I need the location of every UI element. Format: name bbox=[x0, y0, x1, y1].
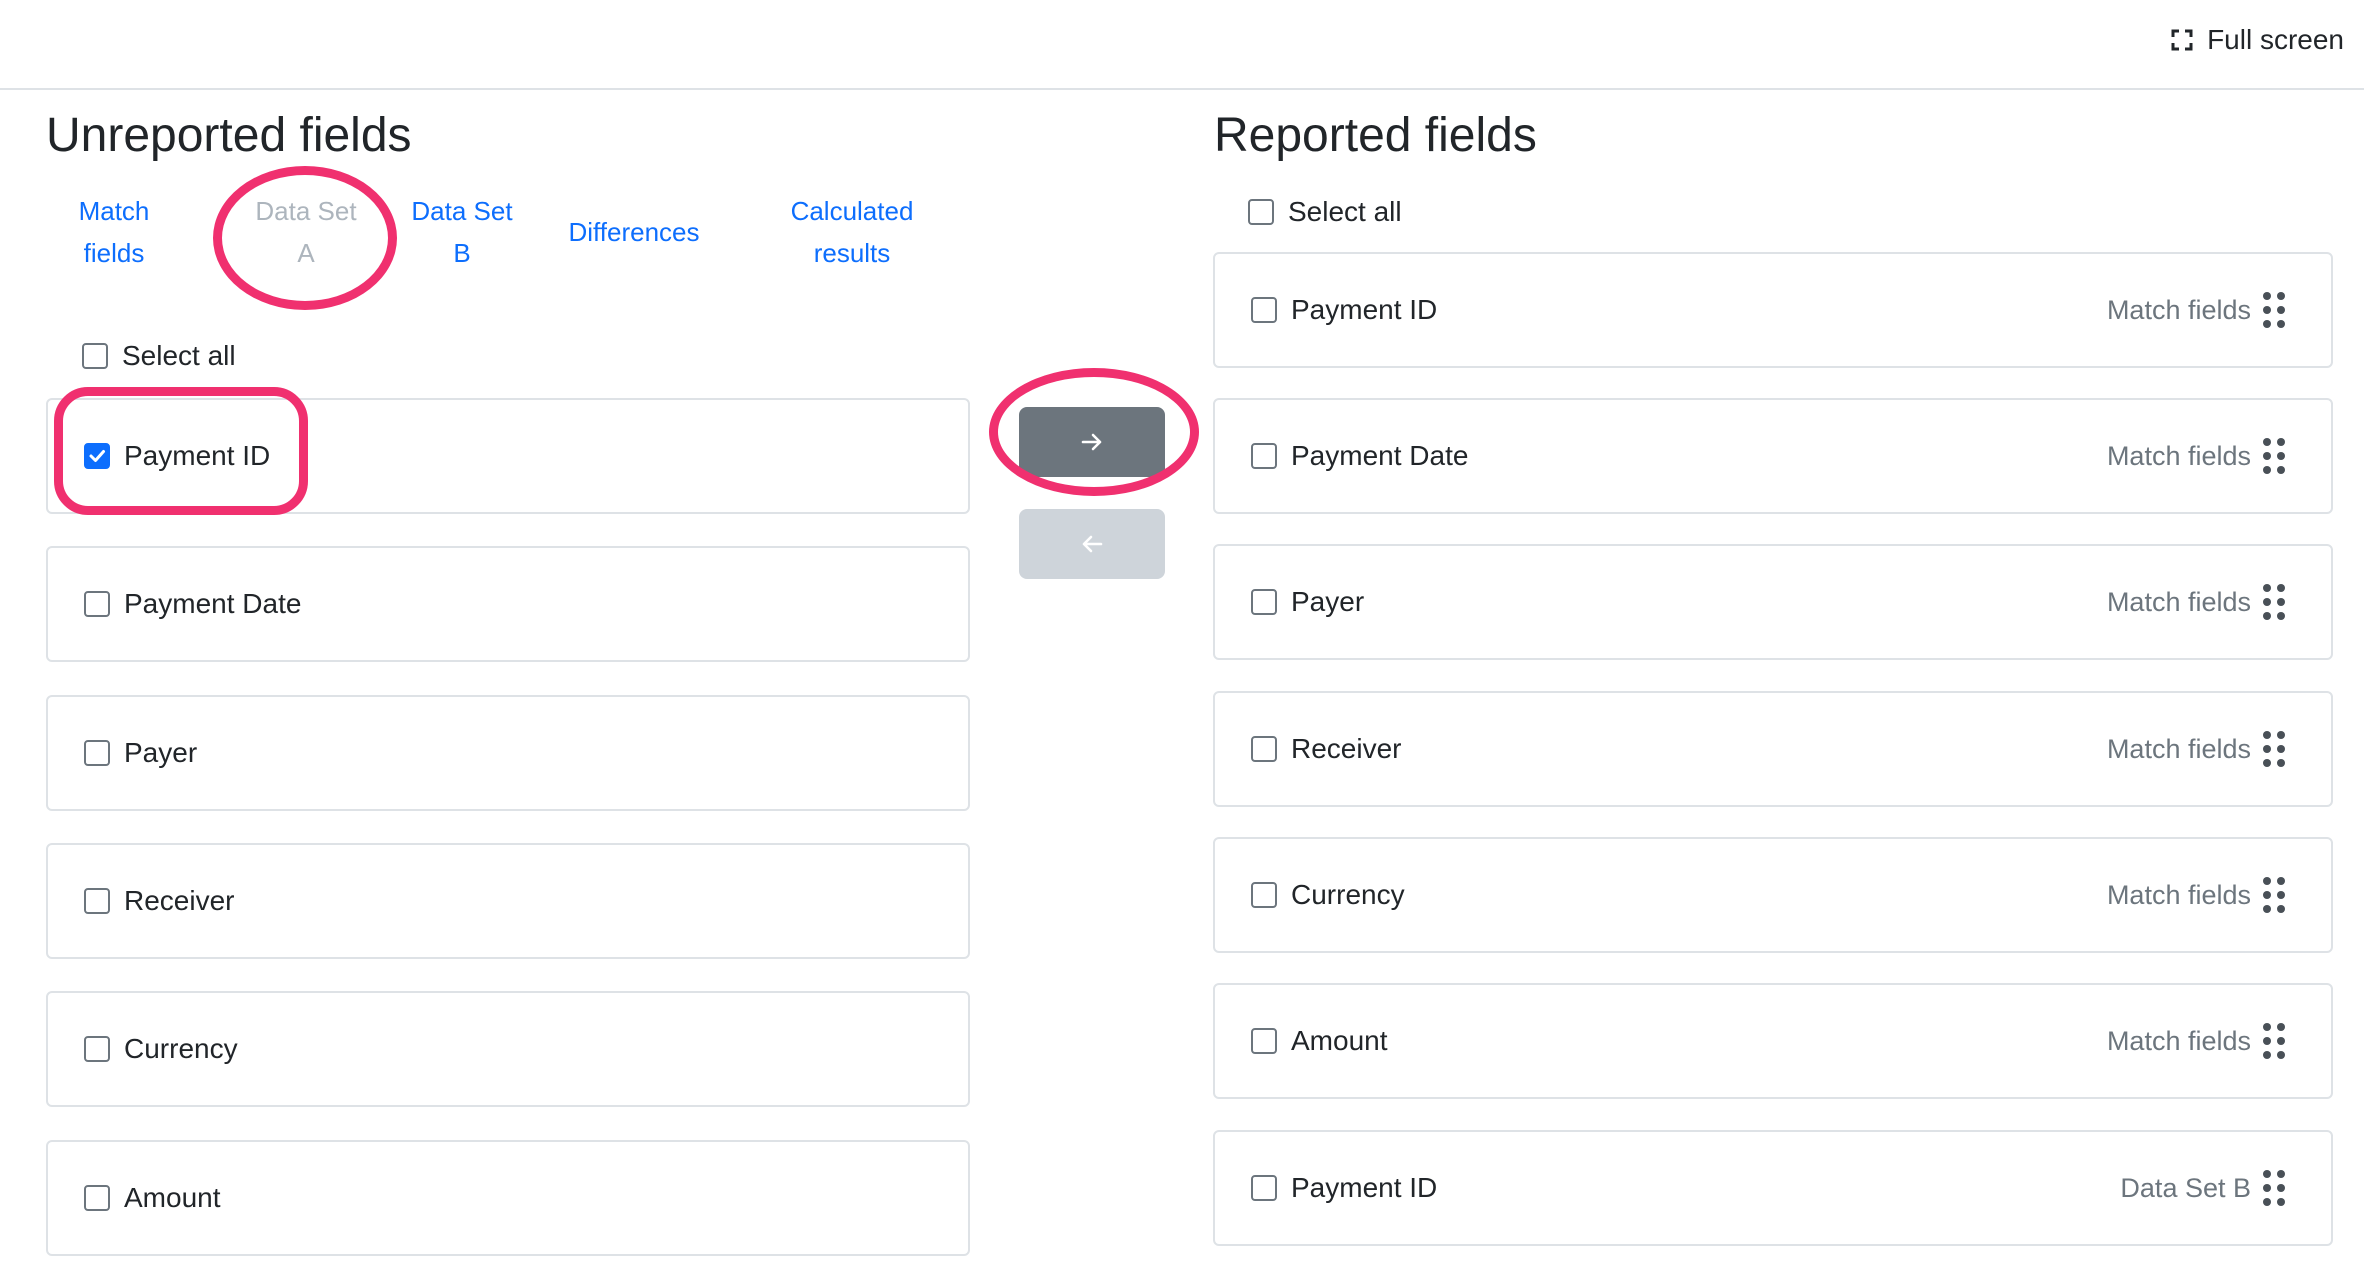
reported-field-row[interactable]: Receiver Match fields bbox=[1213, 691, 2333, 807]
unreported-field-amount[interactable]: Amount bbox=[46, 1140, 970, 1256]
tab-label-line1: Calculated bbox=[790, 196, 914, 226]
move-to-unreported-button bbox=[1019, 509, 1165, 579]
field-label: Payer bbox=[124, 737, 198, 768]
top-bar: Full screen bbox=[0, 0, 2364, 90]
field-checkbox[interactable] bbox=[1251, 1175, 1277, 1201]
select-all-unreported[interactable]: Select all bbox=[82, 340, 236, 372]
field-label: Receiver bbox=[124, 885, 235, 916]
reported-field-row[interactable]: Payer Match fields bbox=[1213, 544, 2333, 660]
tab-label-line1: Differences bbox=[568, 217, 700, 247]
field-label: Payment Date bbox=[124, 588, 302, 619]
field-source: Match fields bbox=[2106, 733, 2251, 764]
drag-handle-icon[interactable] bbox=[2263, 877, 2287, 915]
field-source: Match fields bbox=[2106, 586, 2251, 617]
unreported-field-receiver[interactable]: Receiver bbox=[46, 843, 970, 959]
tab-label-line2: results bbox=[813, 238, 891, 268]
field-label: Amount bbox=[1291, 1025, 1388, 1056]
select-all-label: Select all bbox=[122, 340, 236, 371]
field-checkbox[interactable] bbox=[1251, 443, 1277, 469]
tab-label-line1: Data Set bbox=[255, 196, 357, 226]
field-checkbox[interactable] bbox=[84, 1036, 110, 1062]
drag-handle-icon[interactable] bbox=[2263, 731, 2287, 769]
unreported-field-payment-date[interactable]: Payment Date bbox=[46, 546, 970, 662]
field-checkbox[interactable] bbox=[1251, 297, 1277, 323]
drag-handle-icon[interactable] bbox=[2263, 1170, 2287, 1208]
select-all-checkbox[interactable] bbox=[1248, 199, 1274, 225]
unreported-field-currency[interactable]: Currency bbox=[46, 991, 970, 1107]
tab-label-line2: B bbox=[453, 238, 471, 268]
field-source: Match fields bbox=[2106, 440, 2251, 471]
select-all-reported[interactable]: Select all bbox=[1248, 196, 1402, 228]
drag-handle-icon[interactable] bbox=[2263, 292, 2287, 330]
field-label: Payment Date bbox=[1291, 440, 1469, 471]
fullscreen-button[interactable]: Full screen bbox=[2171, 18, 2344, 62]
select-all-checkbox[interactable] bbox=[82, 343, 108, 369]
field-source: Match fields bbox=[2106, 294, 2251, 325]
select-all-label: Select all bbox=[1288, 196, 1402, 227]
tab-label-line2: A bbox=[297, 238, 315, 268]
expand-icon bbox=[2171, 29, 2193, 51]
check-icon bbox=[89, 450, 105, 462]
drag-handle-icon[interactable] bbox=[2263, 438, 2287, 476]
source-tabs: Match fields Data Set A Data Set B Diffe… bbox=[46, 190, 946, 290]
reported-field-row[interactable]: Payment ID Data Set B bbox=[1213, 1130, 2333, 1246]
field-label: Amount bbox=[124, 1182, 221, 1213]
reported-field-row[interactable]: Currency Match fields bbox=[1213, 837, 2333, 953]
field-source: Match fields bbox=[2106, 1025, 2251, 1056]
field-label: Payment ID bbox=[1291, 294, 1438, 325]
arrow-right-icon bbox=[1081, 433, 1102, 451]
field-checkbox[interactable] bbox=[84, 443, 110, 469]
reported-field-row[interactable]: Payment ID Match fields bbox=[1213, 252, 2333, 368]
field-label: Currency bbox=[124, 1033, 238, 1064]
tab-label-line1: Match bbox=[78, 196, 150, 226]
unreported-field-payer[interactable]: Payer bbox=[46, 695, 970, 811]
field-source: Data Set B bbox=[2120, 1172, 2251, 1203]
drag-handle-icon[interactable] bbox=[2263, 1023, 2287, 1061]
field-checkbox[interactable] bbox=[84, 591, 110, 617]
tab-data-set-a: Data Set A bbox=[246, 190, 366, 274]
field-checkbox[interactable] bbox=[1251, 736, 1277, 762]
tab-calculated-results[interactable]: Calculated results bbox=[762, 190, 942, 274]
field-label: Currency bbox=[1291, 879, 1405, 910]
field-label: Payment ID bbox=[1291, 1172, 1438, 1203]
tab-label-line2: fields bbox=[83, 238, 145, 268]
reported-field-row[interactable]: Payment Date Match fields bbox=[1213, 398, 2333, 514]
tab-label-line1: Data Set bbox=[411, 196, 513, 226]
reported-fields-title: Reported fields bbox=[1214, 109, 1537, 162]
drag-handle-icon[interactable] bbox=[2263, 584, 2287, 622]
field-checkbox[interactable] bbox=[84, 740, 110, 766]
field-checkbox[interactable] bbox=[84, 1185, 110, 1211]
field-source: Match fields bbox=[2106, 879, 2251, 910]
fullscreen-label: Full screen bbox=[2207, 24, 2344, 55]
field-checkbox[interactable] bbox=[1251, 882, 1277, 908]
field-label: Receiver bbox=[1291, 733, 1402, 764]
tab-match-fields[interactable]: Match fields bbox=[64, 190, 164, 274]
field-label: Payer bbox=[1291, 586, 1365, 617]
tab-differences[interactable]: Differences bbox=[554, 211, 714, 253]
reported-field-row[interactable]: Amount Match fields bbox=[1213, 983, 2333, 1099]
field-checkbox[interactable] bbox=[84, 888, 110, 914]
move-to-reported-button[interactable] bbox=[1019, 407, 1165, 477]
tab-data-set-b[interactable]: Data Set B bbox=[402, 190, 522, 274]
unreported-field-payment-id[interactable]: Payment ID bbox=[46, 398, 970, 514]
field-label: Payment ID bbox=[124, 440, 271, 471]
unreported-fields-title: Unreported fields bbox=[46, 109, 412, 162]
arrow-left-icon bbox=[1082, 535, 1103, 553]
field-checkbox[interactable] bbox=[1251, 1028, 1277, 1054]
field-checkbox[interactable] bbox=[1251, 589, 1277, 615]
